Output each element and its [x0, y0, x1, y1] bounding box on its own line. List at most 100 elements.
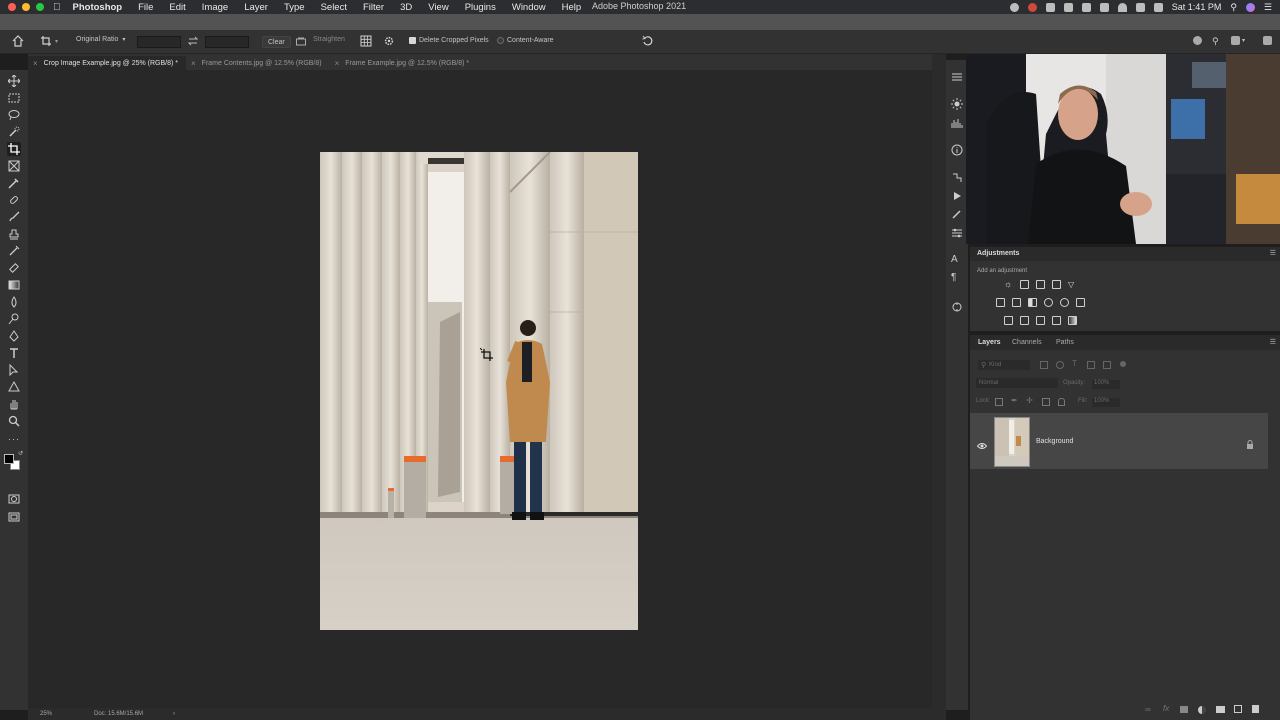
ratio-dropdown[interactable]: Original Ratio ▾ — [76, 36, 125, 43]
invert-icon[interactable] — [1004, 316, 1013, 325]
workspace-icon[interactable]: ▾ — [1231, 36, 1245, 45]
move-tool-icon[interactable] — [7, 74, 21, 88]
add-mask-icon[interactable] — [1180, 706, 1188, 713]
type-tool-icon[interactable] — [7, 346, 21, 360]
photo-filter-icon[interactable] — [1044, 298, 1053, 307]
delete-layer-icon[interactable] — [1252, 705, 1259, 713]
selective-color-icon[interactable] — [1052, 316, 1061, 325]
menu-view[interactable]: View — [428, 2, 448, 13]
screen-mode-icon[interactable] — [7, 510, 21, 524]
fill-value[interactable]: 100% — [1092, 398, 1120, 407]
posterize-icon[interactable] — [1020, 316, 1029, 325]
filter-smart-object-icon[interactable] — [1103, 361, 1111, 369]
threshold-icon[interactable] — [1036, 316, 1045, 325]
pen-tool-icon[interactable] — [7, 329, 21, 343]
grid-icon[interactable] — [1081, 2, 1091, 12]
airplay-icon[interactable] — [1135, 2, 1145, 12]
color-swatches[interactable]: ↺ — [4, 450, 24, 470]
tab-paths[interactable]: Paths — [1056, 339, 1074, 346]
clone-stamp-tool-icon[interactable] — [7, 227, 21, 241]
menu-window[interactable]: Window — [512, 2, 546, 13]
marquee-tool-icon[interactable] — [7, 91, 21, 105]
color-balance-icon[interactable] — [1012, 298, 1021, 307]
gear-icon[interactable] — [383, 35, 395, 47]
chrome-icon[interactable] — [1027, 2, 1037, 12]
black-white-icon[interactable] — [1028, 298, 1037, 307]
status-arrow-icon[interactable]: › — [173, 711, 175, 717]
adjustments-panel-icon[interactable] — [951, 97, 963, 110]
menu-layer[interactable]: Layer — [244, 2, 268, 13]
properties-panel-icon[interactable] — [951, 70, 963, 82]
shape-tool-icon[interactable] — [7, 380, 21, 394]
dodge-tool-icon[interactable] — [7, 312, 21, 326]
app-menu[interactable]: Photoshop — [73, 2, 123, 13]
new-layer-icon[interactable] — [1234, 705, 1242, 713]
menu-plugins[interactable]: Plugins — [465, 2, 496, 13]
doc-size[interactable]: Doc: 15.6M/15.6M — [94, 711, 143, 717]
layer-row-background[interactable]: Background — [970, 413, 1268, 469]
zoom-tool-icon[interactable] — [7, 414, 21, 428]
lock-image-icon[interactable]: ✒ — [1011, 396, 1018, 405]
panel-menu-icon[interactable]: ☰ — [1270, 338, 1276, 346]
menu-image[interactable]: Image — [202, 2, 228, 13]
character-icon[interactable]: A — [951, 254, 963, 266]
healing-brush-tool-icon[interactable] — [7, 193, 21, 207]
menu-3d[interactable]: 3D — [400, 2, 412, 13]
lock-position-icon[interactable]: ✛ — [1026, 396, 1033, 405]
tab-crop-image-example[interactable]: × Crop Image Example.jpg @ 25% (RGB/8) * — [28, 56, 186, 70]
opacity-value[interactable]: 100% — [1092, 380, 1120, 389]
siri-icon[interactable] — [1245, 2, 1255, 12]
clear-button[interactable]: Clear — [262, 36, 291, 48]
blend-mode-dropdown[interactable]: Normal — [976, 378, 1058, 388]
new-group-icon[interactable] — [1216, 706, 1225, 713]
share-icon[interactable] — [1193, 36, 1202, 45]
curves-icon[interactable] — [1036, 280, 1045, 289]
filter-type-icon[interactable]: T — [1072, 359, 1077, 368]
histogram-icon[interactable] — [951, 116, 963, 128]
close-tab-icon[interactable]: × — [335, 59, 340, 68]
layer-style-icon[interactable]: fx — [1163, 704, 1169, 713]
adjustment-layer-icon[interactable] — [1198, 706, 1206, 714]
export-icon[interactable] — [1263, 36, 1272, 45]
levels-icon[interactable] — [1020, 280, 1029, 289]
reset-icon[interactable] — [642, 35, 654, 47]
actions-play-icon[interactable] — [951, 189, 963, 201]
brush-settings-icon[interactable] — [951, 226, 963, 238]
path-selection-tool-icon[interactable] — [7, 363, 21, 377]
notification-center-icon[interactable]: ☰ — [1264, 2, 1272, 13]
eraser-tool-icon[interactable] — [7, 261, 21, 275]
record-icon[interactable] — [1009, 2, 1019, 12]
delete-cropped-pixels-checkbox[interactable]: Delete Cropped Pixels — [409, 37, 489, 44]
clock[interactable]: Sat 1:41 PM — [1172, 2, 1222, 12]
eyedropper-tool-icon[interactable] — [7, 176, 21, 190]
menu-edit[interactable]: Edit — [169, 2, 185, 13]
filter-pixel-icon[interactable] — [1040, 361, 1048, 369]
tab-layers[interactable]: Layers — [978, 339, 1001, 346]
close-window-icon[interactable] — [8, 3, 16, 11]
crop-tool-preset-icon[interactable]: ▾ — [40, 35, 58, 47]
gradient-map-icon[interactable] — [1068, 316, 1077, 325]
tab-frame-contents[interactable]: × Frame Contents.jpg @ 12.5% (RGB/8) — [186, 56, 330, 70]
libraries-icon[interactable] — [951, 300, 963, 312]
brush-tool-icon[interactable] — [7, 210, 21, 224]
quick-selection-tool-icon[interactable] — [7, 125, 21, 139]
quick-mask-icon[interactable] — [7, 492, 21, 506]
lock-transparent-icon[interactable] — [995, 398, 1003, 406]
volume-icon[interactable] — [1153, 2, 1163, 12]
menu-file[interactable]: File — [138, 2, 153, 13]
history-icon[interactable] — [951, 171, 963, 183]
home-icon[interactable] — [12, 35, 24, 47]
swap-icon[interactable] — [188, 36, 198, 46]
foreground-color-swatch[interactable] — [4, 454, 14, 464]
wifi-icon[interactable] — [1117, 2, 1127, 12]
paragraph-icon[interactable]: ¶ — [951, 272, 963, 284]
channel-mixer-icon[interactable] — [1060, 298, 1069, 307]
overlay-grid-icon[interactable] — [360, 35, 372, 47]
document-image[interactable] — [320, 152, 638, 630]
tab-channels[interactable]: Channels — [1012, 339, 1042, 346]
width-field[interactable] — [137, 36, 181, 48]
frame-tool-icon[interactable] — [7, 159, 21, 173]
info-icon[interactable] — [951, 143, 963, 156]
gradient-tool-icon[interactable] — [7, 278, 21, 292]
color-lookup-icon[interactable] — [1076, 298, 1085, 307]
